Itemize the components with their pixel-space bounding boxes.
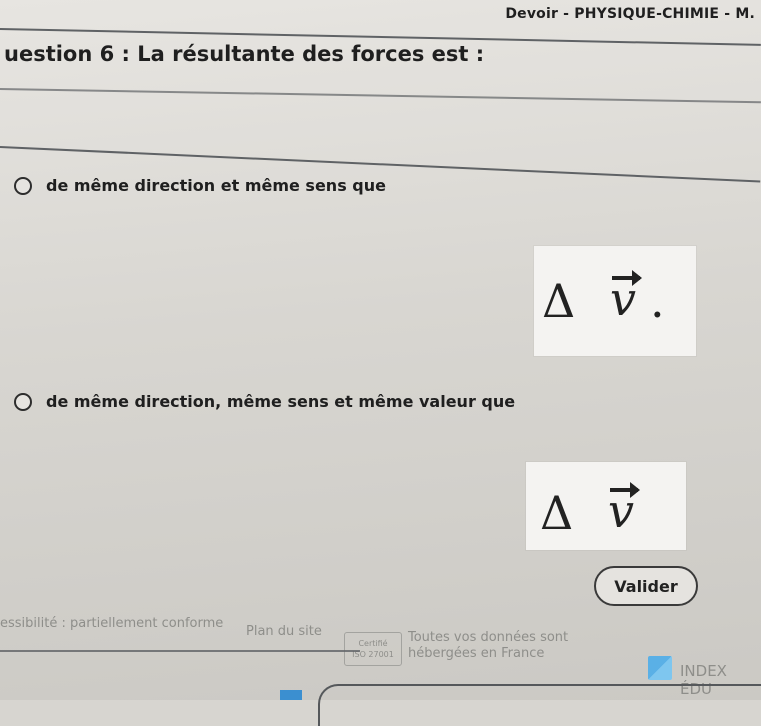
hosting-notice-line-2: hébergées en France (408, 646, 545, 661)
page-background: Devoir - PHYSIQUE-CHIMIE - M. uestion 6 … (0, 0, 761, 726)
vector-v: v (610, 270, 642, 326)
formula-period: . (650, 274, 665, 328)
vector-arrow-icon (612, 270, 642, 286)
sitemap-link[interactable]: Plan du site (246, 624, 322, 639)
formula-image: Δ v . (534, 246, 696, 356)
delta-symbol: Δ (542, 274, 576, 328)
question-text: La résultante des forces est : (137, 42, 485, 66)
certification-badge: Certifié ISO 27001 (344, 632, 402, 666)
question-heading: uestion 6 : La résultante des forces est… (4, 42, 484, 66)
validate-button[interactable]: Valider (594, 566, 698, 606)
answer-option-label: de même direction, même sens et même val… (46, 392, 516, 411)
answer-option-2[interactable]: de même direction, même sens et même val… (14, 392, 515, 411)
answer-option-label: de même direction et même sens que (46, 176, 386, 195)
answer-option-1[interactable]: de même direction et même sens que (14, 176, 386, 195)
question-number: uestion 6 : (4, 42, 130, 66)
delta-symbol: Δ (540, 486, 574, 540)
divider (0, 650, 360, 652)
radio-button[interactable] (14, 176, 32, 195)
blue-fragment (280, 690, 302, 700)
document-title: Devoir - PHYSIQUE-CHIMIE - M. (505, 6, 755, 22)
formula-image: Δ v (526, 462, 686, 550)
divider (0, 88, 761, 104)
radio-button[interactable] (14, 392, 32, 411)
index-edu-logo-icon (648, 656, 672, 680)
vector-arrow-icon (610, 482, 640, 498)
vector-v: v (608, 482, 640, 538)
accessibility-link[interactable]: essibilité : partiellement conforme (0, 616, 223, 631)
hosting-notice-line-1: Toutes vos données sont (408, 630, 569, 645)
decorative-curve (318, 684, 761, 726)
cert-line-1: Certifié (358, 639, 388, 648)
